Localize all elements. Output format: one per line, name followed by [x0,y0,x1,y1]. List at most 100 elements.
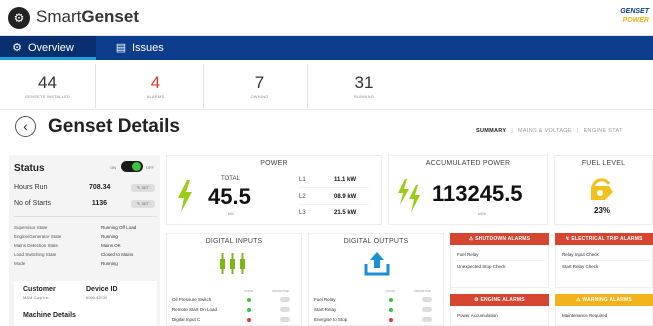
output-row-label: Fuel Relay [314,297,336,302]
device-id-label: Device ID [86,286,118,293]
alarm-divider [562,260,650,261]
phase-divider [299,187,369,188]
engine-alarms-title: ENGINE ALARMS [480,297,525,303]
power-total-value: 45.5 [208,184,251,209]
status-dot [389,308,393,312]
status-dot [389,318,393,322]
electrical-trip-alarms-title: ELECTRICAL TRIP ALARMS [571,236,643,242]
digital-outputs-card [308,233,444,326]
warning-alarms-title: WARNING ALARMS [582,297,632,303]
genset-logo-icon: ⚙ [8,7,30,29]
status-divider [14,216,157,217]
electrical-icon: ↯ [565,236,570,242]
alarm-item: Power Accumulation [457,313,498,318]
state-value: Closed to Mains [101,252,134,257]
engine-icon: ⚙ [474,297,479,303]
prioritise-toggle[interactable] [422,307,432,312]
device-id-value: 6099-4DCB [86,295,107,300]
power-total-label: TOTAL [221,176,240,182]
subtab-summary[interactable]: SUMMARY [476,128,506,134]
power-unit: kW [228,211,234,216]
stat-alarms[interactable]: 4 ALARMS [108,64,204,108]
toggle-on-label: ON [110,165,116,170]
status-dot [247,308,251,312]
input-row-label: Remote Start On Load [172,307,218,312]
brand-logo-line2: POWER [622,17,649,24]
stat-gensets-installed[interactable]: 44 GENSETS INSTALLED [0,64,96,108]
double-lightning-icon [398,179,420,213]
prioritise-toggle[interactable] [280,317,290,322]
column-header-state: STATE [244,289,254,293]
alarm-item: Maintenance Required [562,313,608,318]
subtab-mains-voltage[interactable]: MAINS & VOLTAGE [518,128,572,134]
tab-issues[interactable]: ▤ Issues [104,36,184,60]
prioritise-toggle[interactable] [280,297,290,302]
phase-value: 21.5 kW [334,210,357,216]
output-row-label: Energise to Stop [314,317,348,322]
starts-set-label: SET [141,201,150,206]
phase-divider [299,204,369,205]
customer-label: Customer [23,286,56,293]
fuel-level-title: FUEL LEVEL [581,160,626,167]
subtab-separator: | [576,128,579,134]
starts-label: No of Starts [14,200,51,207]
detail-subtabs: SUMMARY | MAINS & VOLTAGE | ENGINE STAT [476,128,623,134]
column-header-prioritise: PRIORITISE [414,289,432,293]
alarm-bell-icon: ⚠ [468,236,474,242]
phase-label: L3 [299,210,306,216]
prioritise-toggle[interactable] [422,297,432,302]
hours-set-button[interactable]: ✎ SET [131,184,155,192]
state-label: Mains Detection State [14,243,59,248]
digital-inputs-icon [220,253,245,274]
state-label: Supervisor State [14,225,48,230]
tab-overview[interactable]: ⚙ Overview [0,36,96,60]
prioritise-toggle[interactable] [422,317,432,322]
state-value: Running [101,261,118,266]
hours-set-label: SET [141,185,150,190]
power-toggle[interactable] [121,161,143,172]
subtab-engine-stat[interactable]: ENGINE STAT [584,128,623,134]
state-label: Mode [14,261,26,266]
warning-alarms-header: ⚠ WARNING ALARMS [555,294,653,306]
status-dot [247,318,251,322]
edit-icon: ✎ [136,201,141,206]
stat-label: OWNING [250,94,269,99]
output-row-label: Start Relay [314,307,337,312]
brand-logo: GENSET POWER [603,7,649,29]
stat-owning[interactable]: 7 OWNING [212,64,308,108]
state-label: Engine/Generator State [14,234,62,239]
accumulated-power-value: 113245.5 [432,181,523,206]
phase-label: L1 [299,177,306,183]
phase-value: 08.9 kW [334,194,357,200]
starts-set-button[interactable]: ✎ SET [131,200,155,208]
input-row-label: Oil Pressure Switch [172,297,212,302]
digital-inputs-card [166,233,302,326]
digital-inputs-title: DIGITAL INPUTS [205,238,263,245]
alarm-item: Fuel Relay [457,252,479,257]
stats-divider [0,109,653,110]
stat-value: 7 [254,73,265,92]
tab-overview-label: Overview [28,42,74,54]
gear-icon: ⚙ [12,42,22,54]
main-nav: ⚙ Overview ▤ Issues [0,36,653,60]
page-title: Genset Details [48,116,180,137]
toggle-knob [132,162,141,171]
hours-run-value: 708.34 [89,184,111,191]
fuel-level-value: 23% [594,206,611,215]
prioritise-toggle[interactable] [280,307,290,312]
subtab-separator: | [511,128,514,134]
phase-label: L2 [299,194,306,200]
toggle-off-label: OFF [146,165,154,170]
app-title-bold: Genset [81,7,139,26]
app-title: SmartGenset [36,6,139,28]
app-title-light: Smart [36,7,82,26]
fuel-pump-icon [591,178,613,200]
back-button[interactable]: ‹ [15,116,36,137]
power-title: POWER [260,160,288,167]
brand-logo-line1: GENSET [620,8,649,15]
status-dot [247,298,251,302]
shutdown-alarms-title: SHUTDOWN ALARMS [475,236,531,242]
stat-running[interactable]: 31 RUNNING [316,64,412,108]
lightning-bolt-icon [178,180,192,212]
electrical-trip-alarms-header: ↯ ELECTRICAL TRIP ALARMS [555,233,653,245]
